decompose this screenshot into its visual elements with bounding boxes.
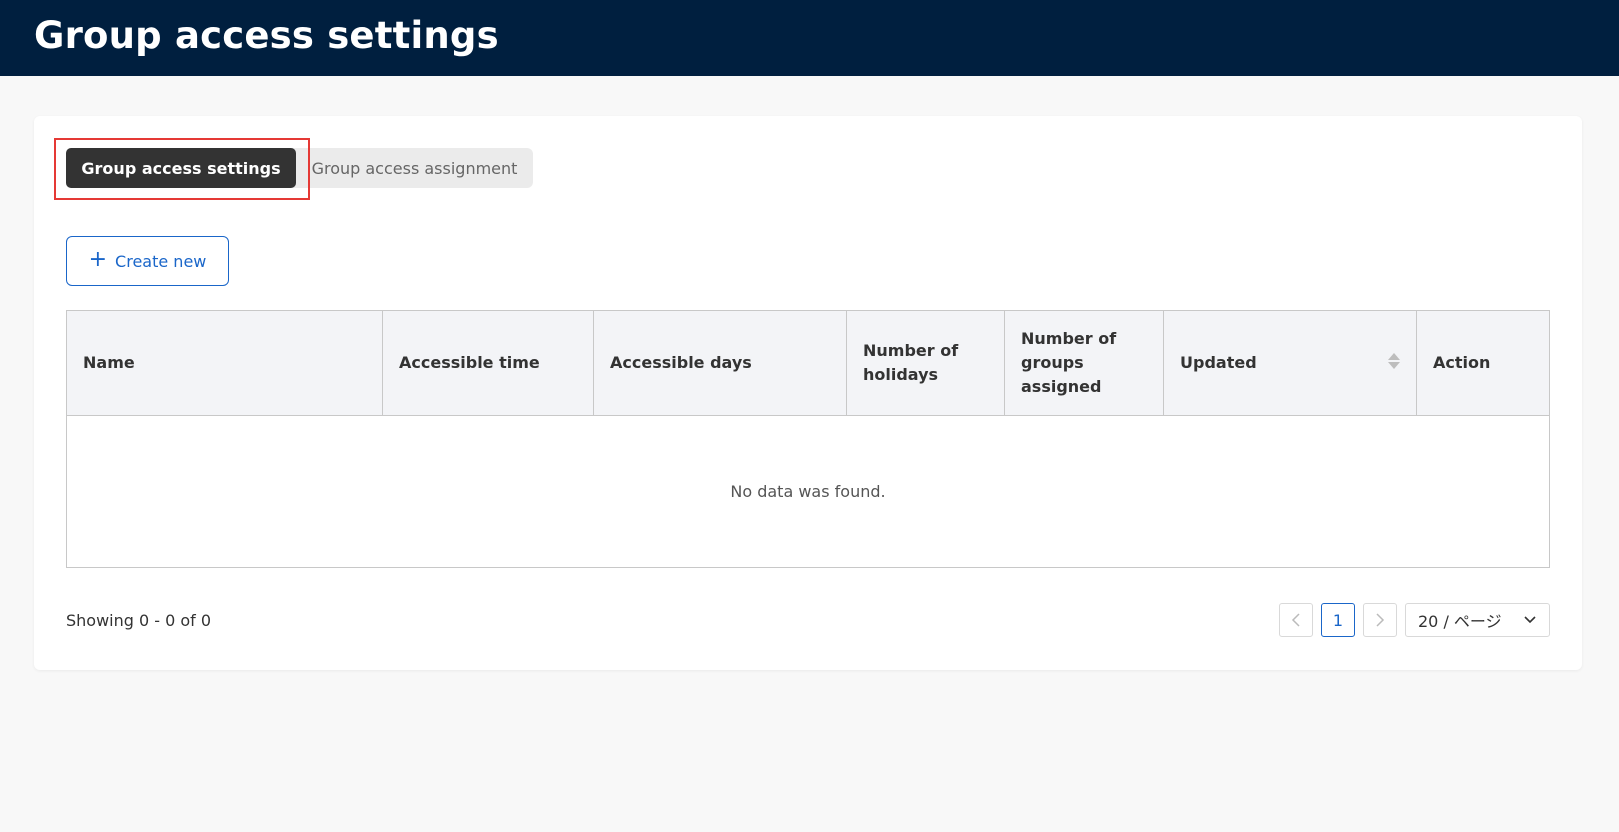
sort-descending-icon — [1388, 362, 1400, 369]
column-header-accessible-days: Accessible days — [594, 311, 847, 415]
data-table: Name Accessible time Accessible days Num… — [66, 310, 1550, 568]
chevron-down-icon — [1524, 616, 1536, 624]
chevron-left-icon — [1291, 613, 1300, 627]
tab-group-access-assignment[interactable]: Group access assignment — [296, 148, 533, 188]
page-title: Group access settings — [34, 14, 499, 57]
column-header-number-of-holidays: Number of holidays — [847, 311, 1005, 415]
table-header: Name Accessible time Accessible days Num… — [67, 311, 1549, 416]
previous-page-button[interactable] — [1279, 603, 1313, 637]
next-page-button[interactable] — [1363, 603, 1397, 637]
sort-icon[interactable] — [1388, 353, 1400, 369]
page-size-value: 20 / ページ — [1418, 612, 1502, 631]
chevron-right-icon — [1376, 613, 1385, 627]
empty-state: No data was found. — [730, 482, 886, 501]
content-card: Group access settings Group access assig… — [34, 116, 1582, 670]
page-header: Group access settings — [0, 0, 1619, 76]
pagination-summary: Showing 0 - 0 of 0 — [66, 611, 212, 630]
column-header-number-of-groups-assigned: Number of groups assigned — [1005, 311, 1164, 415]
create-new-label: Create new — [115, 251, 207, 271]
column-header-updated-label: Updated — [1180, 353, 1257, 372]
column-header-name: Name — [67, 311, 383, 415]
page-button-1[interactable]: 1 — [1321, 603, 1355, 637]
column-header-accessible-time: Accessible time — [383, 311, 594, 415]
column-header-action: Action — [1433, 353, 1491, 372]
column-header-updated[interactable]: Updated — [1164, 311, 1417, 415]
tab-bar: Group access settings Group access assig… — [66, 148, 533, 188]
tab-group-access-settings[interactable]: Group access settings — [66, 148, 296, 188]
sort-ascending-icon — [1388, 353, 1400, 360]
create-new-button[interactable]: + Create new — [66, 236, 229, 286]
plus-icon: + — [88, 247, 108, 272]
page-size-select[interactable]: 20 / ページ — [1405, 603, 1550, 637]
